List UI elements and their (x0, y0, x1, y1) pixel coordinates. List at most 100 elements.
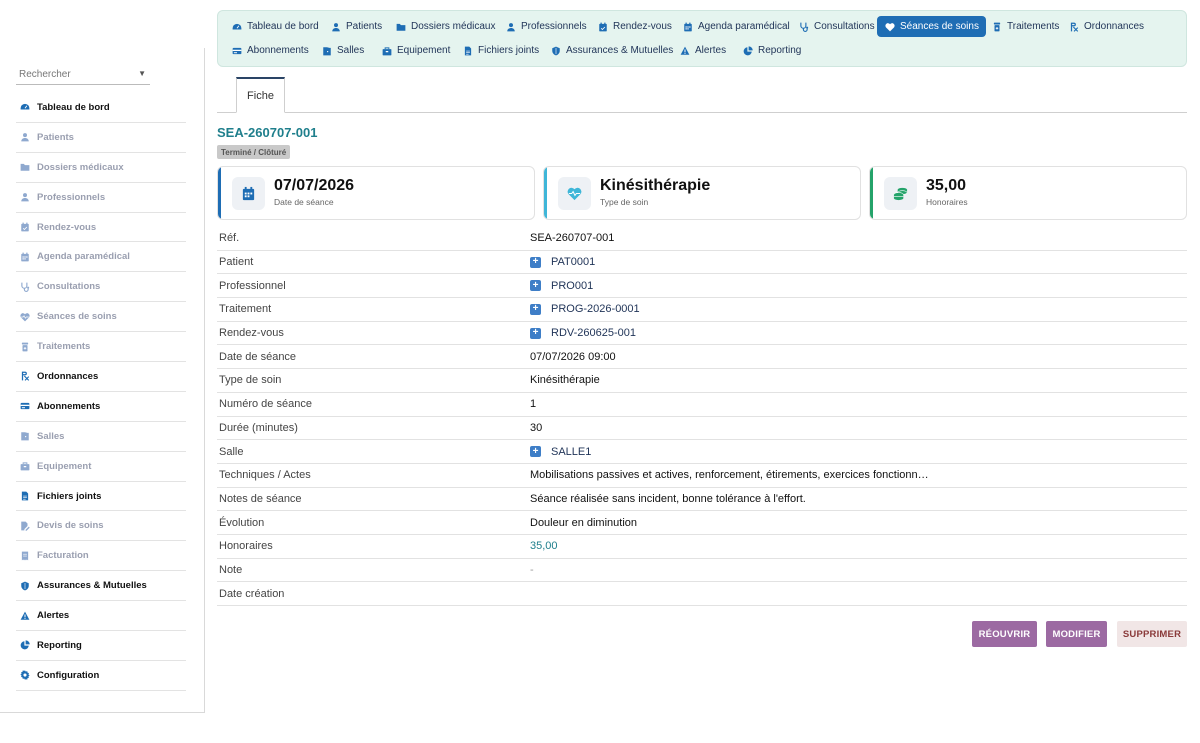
field-label: Réf. (219, 232, 240, 245)
nav-item-dossiers-medicaux[interactable]: Dossiers médicaux (388, 16, 502, 37)
nav-item-professionnels[interactable]: Professionnels (498, 16, 594, 37)
field-label: Durée (minutes) (219, 421, 298, 434)
nav-item-seances-de-soins[interactable]: Séances de soins (877, 16, 986, 37)
sidebar-item-label: Facturation (37, 550, 89, 562)
status-badge: Terminé / Clôturé (217, 145, 291, 159)
sidebar-item-abonnements[interactable]: Abonnements (16, 392, 186, 422)
sidebar-item-label: Alertes (37, 610, 70, 622)
open-record-icon[interactable]: + (530, 280, 541, 292)
sidebar-item-label: Séances de soins (37, 311, 117, 323)
delete-button[interactable]: SUPPRIMER (1117, 621, 1187, 647)
calendar-icon (682, 21, 693, 32)
field-label: Type de soin (219, 374, 282, 387)
heart-pulse-icon (558, 177, 591, 210)
sidebar-item-label: Agenda paramédical (37, 251, 130, 263)
sidebar-item-agenda-paramedical[interactable]: Agenda paramédical (16, 242, 186, 273)
field-value: 1 (530, 398, 537, 411)
nav-item-rendez-vous[interactable]: Rendez-vous (590, 16, 679, 37)
sidebar-item-patients[interactable]: Patients (16, 123, 186, 153)
sidebar-item-traitements[interactable]: Traitements (16, 332, 186, 363)
field-value[interactable]: + PROG-2026-0001 (530, 303, 1187, 315)
file-edit-icon (19, 520, 31, 532)
open-record-icon[interactable]: + (530, 446, 541, 458)
field-value[interactable]: + PRO001 (530, 280, 1187, 292)
card-value: 35,00 (926, 177, 967, 194)
nav-item-agenda-paramedical[interactable]: Agenda paramédical (675, 16, 797, 37)
sidebar-item-salles[interactable]: Salles (16, 422, 186, 452)
sidebar-item-facturation[interactable]: Facturation (16, 541, 186, 572)
sidebar-search-select[interactable]: Rechercher ▼ (16, 66, 150, 85)
edit-button[interactable]: MODIFIER (1046, 621, 1107, 647)
tab-fiche[interactable]: Fiche (236, 77, 285, 113)
open-record-icon[interactable]: + (530, 303, 541, 315)
sidebar-item-consultations[interactable]: Consultations (16, 272, 186, 303)
sidebar-item-alertes[interactable]: Alertes (16, 601, 186, 632)
sidebar-item-assurances-mutuelles[interactable]: Assurances & Mutuelles (16, 571, 186, 602)
nav-item-alertes[interactable]: Alertes (672, 40, 733, 61)
sidebar-item-rendez-vous[interactable]: Rendez-vous (16, 213, 186, 243)
field-label: Professionnel (219, 279, 286, 292)
sidebar-item-devis-de-soins[interactable]: Devis de soins (16, 511, 186, 542)
record-link[interactable]: PROG-2026-0001 (551, 303, 640, 315)
nav-item-fichiers-joints[interactable]: Fichiers joints (455, 40, 546, 61)
detail-row: Techniques / Actes Mobilisations passives… (217, 464, 1187, 488)
nav-item-equipement[interactable]: Equipement (374, 40, 457, 61)
nav-item-patients[interactable]: Patients (323, 16, 389, 37)
record-link[interactable]: SALLE1 (551, 446, 591, 458)
sidebar-item-fichiers-joints[interactable]: Fichiers joints (16, 482, 186, 512)
detail-row: Date création (217, 582, 1187, 606)
sidebar-item-equipement[interactable]: Equipement (16, 452, 186, 482)
record-link[interactable]: PAT0001 (551, 256, 595, 268)
card-value: 07/07/2026 (274, 177, 355, 194)
sidebar-item-reporting[interactable]: Reporting (16, 631, 186, 661)
nav-item-label: Dossiers médicaux (411, 21, 496, 32)
calendar-check-icon (597, 21, 608, 32)
detail-row: Traitement + PROG-2026-0001 (217, 298, 1187, 322)
open-record-icon[interactable]: + (530, 327, 541, 339)
record-link[interactable]: PRO001 (551, 280, 593, 292)
open-record-icon[interactable]: + (530, 256, 541, 268)
field-value[interactable]: + RDV-260625-001 (530, 327, 1187, 339)
record-link[interactable]: RDV-260625-001 (551, 327, 636, 339)
card-value: Kinésithérapie (600, 177, 711, 194)
sidebar-item-seances-de-soins[interactable]: Séances de soins (16, 302, 186, 333)
field-value: SEA-260707-001 (530, 232, 615, 245)
sidebar-item-tableau-de-bord[interactable]: Tableau de bord (16, 93, 186, 123)
sidebar-item-configuration[interactable]: Configuration (16, 661, 186, 691)
sidebar-item-label: Fichiers joints (37, 490, 102, 502)
prescription-icon (1068, 21, 1079, 32)
nav-item-label: Traitements (1007, 21, 1060, 32)
reopen-button[interactable]: RÉOUVRIR (972, 621, 1037, 647)
file-icon (19, 490, 31, 502)
sidebar-item-dossiers-medicaux[interactable]: Dossiers médicaux (16, 153, 186, 183)
field-value[interactable]: + PAT0001 (530, 256, 1187, 268)
toolbox-icon (381, 45, 392, 56)
nav-item-abonnements[interactable]: Abonnements (224, 40, 316, 61)
nav-item-assurances-mutuelles[interactable]: Assurances & Mutuelles (543, 40, 680, 61)
card-label: Type de soin (600, 197, 649, 207)
card-accent-bar (870, 167, 873, 219)
nav-item-ordonnances[interactable]: Ordonnances (1061, 16, 1151, 37)
nav-item-label: Equipement (397, 45, 451, 56)
field-value: 30 (530, 421, 543, 434)
nav-item-tableau-de-bord[interactable]: Tableau de bord (224, 16, 326, 37)
field-value[interactable]: + SALLE1 (530, 446, 1187, 458)
door-icon (19, 430, 31, 442)
pill-bottle-icon (19, 341, 31, 353)
sidebar-item-label: Configuration (37, 669, 100, 681)
field-value: - (530, 563, 534, 576)
toolbox-icon (19, 460, 31, 472)
stethoscope-icon (19, 281, 31, 293)
detail-row: Patient + PAT0001 (217, 251, 1187, 275)
field-label: Traitement (219, 303, 272, 316)
pie-chart-icon (19, 639, 31, 651)
nav-item-reporting[interactable]: Reporting (735, 40, 808, 61)
nav-item-salles[interactable]: Salles (314, 40, 371, 61)
detail-row: Salle + SALLE1 (217, 440, 1187, 464)
nav-item-traitements[interactable]: Traitements (984, 16, 1066, 37)
sidebar-item-ordonnances[interactable]: Ordonnances (16, 362, 186, 392)
sidebar-item-professionnels[interactable]: Professionnels (16, 183, 186, 213)
file-icon (462, 45, 473, 56)
sidebar-item-label: Assurances & Mutuelles (37, 580, 147, 592)
nav-item-consultations[interactable]: Consultations (791, 16, 882, 37)
